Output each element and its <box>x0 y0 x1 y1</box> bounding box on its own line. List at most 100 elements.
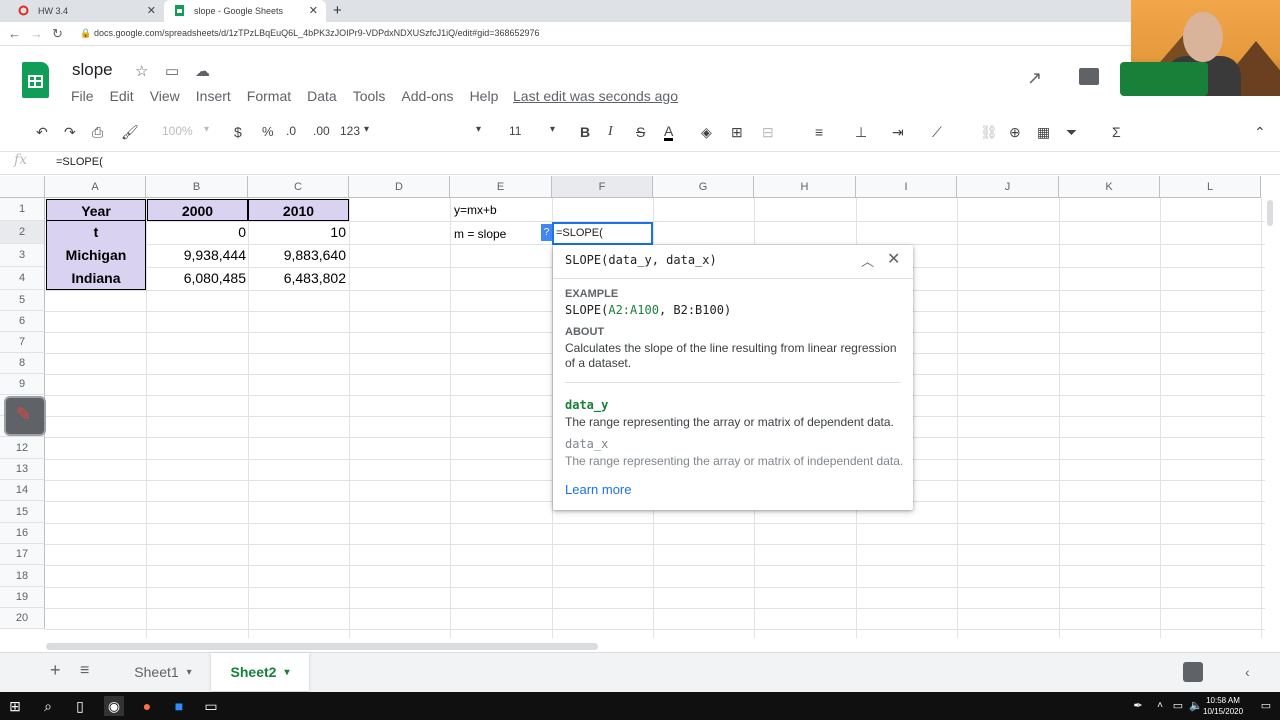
network-icon[interactable]: ▭ <box>1168 696 1188 716</box>
document-title[interactable]: slope <box>72 60 113 80</box>
back-icon[interactable]: ← <box>8 26 21 41</box>
more-formats-button[interactable]: 123 <box>340 124 360 138</box>
firefox-taskbar-icon[interactable]: ● <box>137 696 157 716</box>
close-tab-icon[interactable]: ✕ <box>147 4 156 17</box>
row-header-20[interactable]: 20 <box>0 608 45 629</box>
cell-c2[interactable]: 10 <box>248 221 346 244</box>
row-header-15[interactable]: 15 <box>0 501 45 523</box>
close-help-icon[interactable]: ✕ <box>887 249 900 269</box>
cell-b4[interactable]: 6,080,485 <box>147 267 246 290</box>
reload-icon[interactable]: ↻ <box>52 26 63 42</box>
cell-c1[interactable]: 2010 <box>248 199 349 221</box>
menu-view[interactable]: View <box>150 88 180 104</box>
chrome-taskbar-icon[interactable]: ◉ <box>104 696 124 716</box>
column-header-g[interactable]: G <box>653 176 754 198</box>
cell-e1[interactable]: y=mx+b <box>454 199 497 221</box>
paint-format-icon[interactable]: 🖌 <box>121 124 139 141</box>
zoom-select[interactable]: 100% <box>162 124 193 138</box>
annotate-pen-button[interactable]: ✎ <box>4 396 46 436</box>
currency-format-button[interactable]: $ <box>234 124 242 140</box>
cell-c4[interactable]: 6,483,802 <box>248 267 346 290</box>
pen-workspace-icon[interactable]: ✒ <box>1128 696 1148 716</box>
undo-icon[interactable]: ↶ <box>36 124 48 141</box>
row-header-5[interactable]: 5 <box>0 290 45 311</box>
row-header-8[interactable]: 8 <box>0 353 45 374</box>
insert-link-icon[interactable]: ⛓ <box>980 124 998 141</box>
star-icon[interactable]: ☆ <box>135 62 148 80</box>
cell-e2[interactable]: m = slope <box>454 223 506 246</box>
comment-history-icon[interactable] <box>1079 68 1099 85</box>
row-header-6[interactable]: 6 <box>0 311 45 332</box>
row-header-13[interactable]: 13 <box>0 459 45 480</box>
forward-icon[interactable]: → <box>30 26 43 41</box>
column-header-c[interactable]: C <box>248 176 349 198</box>
italic-button[interactable]: I <box>608 124 613 140</box>
url-text[interactable]: docs.google.com/spreadsheets/d/1zTPzLBqE… <box>94 28 540 38</box>
share-button[interactable] <box>1120 62 1208 96</box>
filter-icon[interactable]: ⏷ <box>1066 124 1077 141</box>
menu-format[interactable]: Format <box>247 88 291 104</box>
borders-icon[interactable]: ⊞ <box>731 124 743 141</box>
browser-tab-sheets[interactable]: slope - Google Sheets ✕ <box>164 0 326 22</box>
learn-more-link[interactable]: Learn more <box>565 482 631 497</box>
row-header-17[interactable]: 17 <box>0 544 45 565</box>
notification-icon[interactable]: ▭ <box>1256 696 1276 716</box>
column-header-e[interactable]: E <box>450 176 552 198</box>
column-header-b[interactable]: B <box>146 176 248 198</box>
menu-file[interactable]: File <box>71 88 94 104</box>
percent-format-button[interactable]: % <box>262 124 274 139</box>
cell-a1[interactable]: Year <box>46 199 146 221</box>
insert-comment-icon[interactable]: ⊕ <box>1009 124 1021 141</box>
column-header-a[interactable]: A <box>45 176 146 198</box>
select-all-corner[interactable] <box>0 176 45 198</box>
windows-start-icon[interactable]: ⊞ <box>5 696 25 716</box>
sheet-tab-sheet1[interactable]: Sheet1 ▾ <box>116 653 210 691</box>
row-header-4[interactable]: 4 <box>0 267 45 290</box>
menu-insert[interactable]: Insert <box>196 88 231 104</box>
text-wrap-icon[interactable]: ⇥ <box>892 124 904 141</box>
row-header-7[interactable]: 7 <box>0 332 45 353</box>
insert-chart-icon[interactable]: ▦ <box>1037 124 1050 141</box>
horizontal-scrollbar[interactable] <box>46 643 598 650</box>
sheets-logo-icon[interactable] <box>22 62 49 98</box>
column-header-h[interactable]: H <box>754 176 856 198</box>
cell-b1[interactable]: 2000 <box>147 199 248 221</box>
menu-help[interactable]: Help <box>470 88 499 104</box>
row-header-19[interactable]: 19 <box>0 587 45 608</box>
row-header-3[interactable]: 3 <box>0 244 45 267</box>
cell-b3[interactable]: 9,938,444 <box>147 244 246 267</box>
activity-dashboard-icon[interactable]: ↗ <box>1027 68 1042 89</box>
font-select-chevron-icon[interactable]: ▾ <box>476 124 481 135</box>
add-sheet-icon[interactable]: + <box>50 660 61 681</box>
move-folder-icon[interactable]: ▭ <box>165 62 179 80</box>
new-tab-icon[interactable]: + <box>333 2 342 19</box>
row-header-9[interactable]: 9 <box>0 374 45 395</box>
app-taskbar-icon[interactable]: ▭ <box>201 696 221 716</box>
all-sheets-menu-icon[interactable]: ≡ <box>80 662 89 680</box>
column-header-l[interactable]: L <box>1160 176 1261 198</box>
horizontal-align-icon[interactable]: ≡ <box>815 124 823 140</box>
column-header-f[interactable]: F <box>552 176 653 198</box>
cell-c3[interactable]: 9,883,640 <box>248 244 346 267</box>
taskbar-clock[interactable]: 10:58 AM 10/15/2020 <box>1203 695 1243 717</box>
row-header-14[interactable]: 14 <box>0 480 45 501</box>
menu-addons[interactable]: Add-ons <box>401 88 453 104</box>
vertical-align-icon[interactable]: ⊥ <box>855 124 867 141</box>
font-size-select[interactable]: 11 <box>509 124 521 138</box>
decrease-decimal-button[interactable]: .0 <box>286 124 296 138</box>
close-tab-icon[interactable]: ✕ <box>309 4 318 17</box>
text-rotation-icon[interactable]: ⟋ <box>932 124 942 141</box>
print-icon[interactable]: ⎙ <box>92 124 103 141</box>
collapse-toolbar-icon[interactable]: ⌃ <box>1254 124 1266 141</box>
menu-tools[interactable]: Tools <box>353 88 386 104</box>
sheet-tab-sheet2[interactable]: Sheet2 ▾ <box>211 653 309 691</box>
cell-a2[interactable]: t <box>46 221 146 244</box>
task-view-icon[interactable]: ▯ <box>70 696 90 716</box>
column-header-k[interactable]: K <box>1059 176 1160 198</box>
bold-button[interactable]: B <box>580 124 590 140</box>
active-cell-f2-editor[interactable]: =SLOPE( <box>552 222 653 245</box>
cell-b2[interactable]: 0 <box>147 221 246 244</box>
vertical-scrollbar[interactable] <box>1267 200 1273 226</box>
formula-help-toggle-icon[interactable]: ? <box>541 224 552 241</box>
collapse-side-panel-icon[interactable]: ‹ <box>1245 664 1250 680</box>
